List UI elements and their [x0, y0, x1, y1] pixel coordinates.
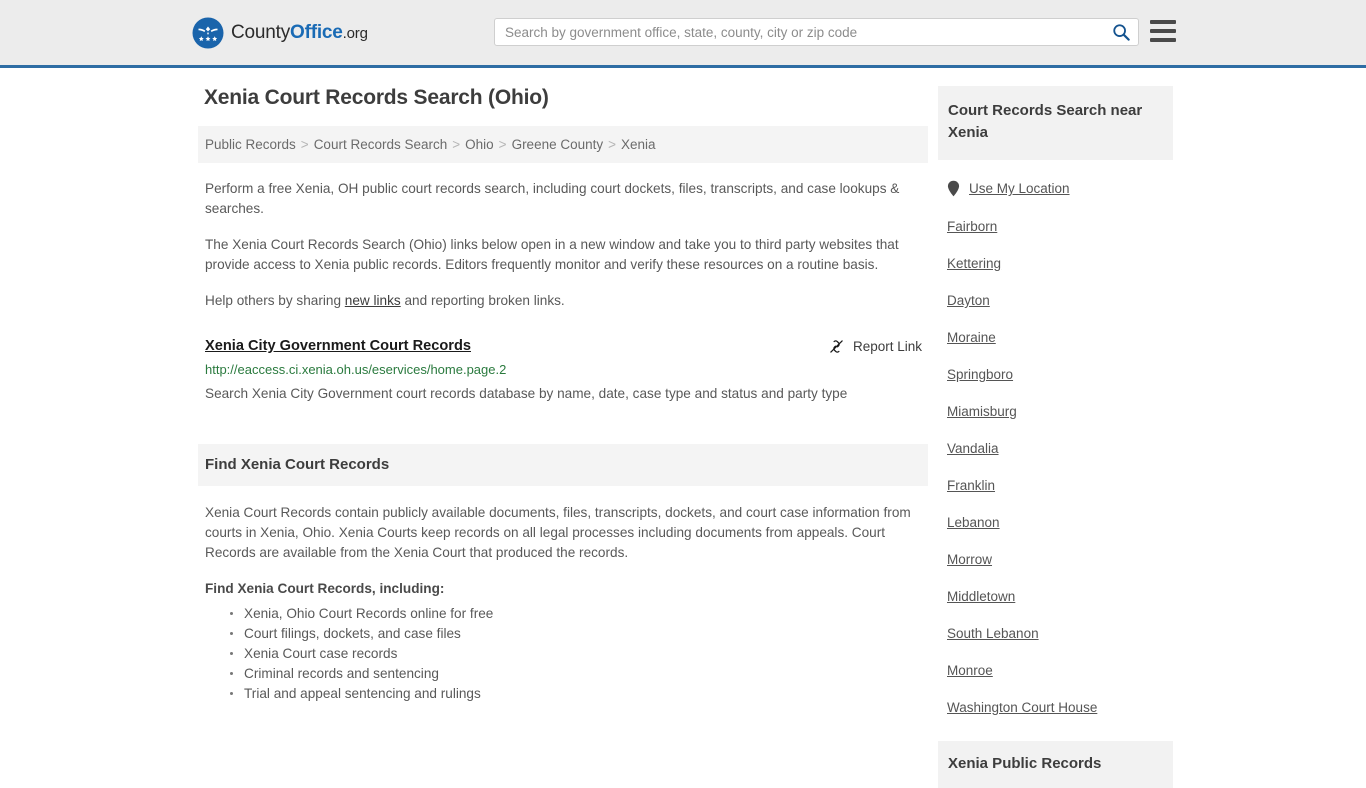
sidebar-item-franklin[interactable]: Franklin: [938, 478, 1173, 493]
report-link-button[interactable]: Report Link: [828, 338, 928, 355]
intro-paragraph-2: The Xenia Court Records Search (Ohio) li…: [205, 237, 899, 272]
section-body-find-records: Xenia Court Records contain publicly ava…: [198, 503, 928, 704]
sidebar-item-fairborn[interactable]: Fairborn: [938, 219, 1173, 234]
sidebar-item-springboro[interactable]: Springboro: [938, 367, 1173, 382]
list-item: Xenia, Ohio Court Records online for fre…: [230, 604, 928, 624]
breadcrumb-item-greene-county[interactable]: Greene County: [512, 137, 604, 152]
breadcrumb-separator: >: [300, 137, 309, 152]
section-subheading: Find Xenia Court Records, including:: [205, 581, 445, 596]
share-links-paragraph: Help others by sharing new links and rep…: [198, 291, 928, 311]
breadcrumb-separator: >: [498, 137, 507, 152]
list-item: Trial and appeal sentencing and rulings: [230, 684, 928, 704]
breadcrumb-item-xenia[interactable]: Xenia: [621, 137, 656, 152]
sidebar: Court Records Search near Xenia Use My L…: [938, 86, 1173, 788]
search-input[interactable]: [495, 24, 1104, 40]
sidebar-item-south-lebanon[interactable]: South Lebanon: [938, 626, 1173, 641]
search-button[interactable]: [1104, 19, 1138, 45]
result-url[interactable]: http://eaccess.ci.xenia.oh.us/eservices/…: [205, 362, 928, 377]
broken-link-icon: [830, 340, 843, 353]
use-my-location-button[interactable]: Use My Location: [938, 180, 1173, 197]
map-pin-icon: [947, 180, 960, 197]
result-description: Search Xenia City Government court recor…: [205, 386, 848, 401]
breadcrumb-item-public-records[interactable]: Public Records: [205, 137, 296, 152]
breadcrumb-separator: >: [608, 137, 617, 152]
intro-paragraph-1: Perform a free Xenia, OH public court re…: [205, 181, 900, 216]
breadcrumb-item-ohio[interactable]: Ohio: [465, 137, 494, 152]
eagle-seal-icon: [192, 17, 224, 49]
list-item: Court filings, dockets, and case files: [230, 624, 928, 644]
sidebar-item-morrow[interactable]: Morrow: [938, 552, 1173, 567]
section-paragraph: Xenia Court Records contain publicly ava…: [205, 505, 911, 560]
site-header: CountyOffice.org: [0, 0, 1366, 68]
use-my-location-label: Use My Location: [969, 181, 1070, 196]
breadcrumb: Public Records > Court Records Search > Ohio…: [198, 126, 928, 163]
sidebar-item-lebanon[interactable]: Lebanon: [938, 515, 1173, 530]
share-text-after: and reporting broken links.: [400, 293, 565, 308]
new-links-link[interactable]: new links: [345, 293, 401, 308]
share-text-before: Help others by sharing: [205, 293, 345, 308]
result-title-link[interactable]: Xenia City Government Court Records: [205, 338, 471, 354]
list-item: Criminal records and sentencing: [230, 664, 928, 684]
sidebar-heading: Court Records Search near Xenia: [938, 86, 1173, 160]
sidebar-item-washington-court-house[interactable]: Washington Court House: [938, 700, 1173, 715]
result-item: Xenia City Government Court Records Repo…: [198, 338, 928, 406]
sidebar-item-monroe[interactable]: Monroe: [938, 663, 1173, 678]
site-logo[interactable]: CountyOffice.org: [192, 17, 368, 49]
page-title: Xenia Court Records Search (Ohio): [204, 86, 549, 109]
hamburger-bar-3: [1150, 38, 1176, 42]
hamburger-menu-icon[interactable]: [1150, 20, 1176, 42]
report-link-label: Report Link: [852, 339, 922, 354]
sidebar-item-moraine[interactable]: Moraine: [938, 330, 1173, 345]
logo-text-county: County: [231, 22, 291, 43]
sidebar-item-vandalia[interactable]: Vandalia: [938, 441, 1173, 456]
search-bar[interactable]: [494, 18, 1139, 46]
hamburger-bar-2: [1150, 29, 1176, 33]
sidebar-item-kettering[interactable]: Kettering: [938, 256, 1173, 271]
logo-text-org: .org: [342, 25, 368, 42]
search-icon: [1113, 24, 1130, 41]
sidebar-heading-public-records: Xenia Public Records: [938, 741, 1173, 788]
result-header-row: Xenia City Government Court Records Repo…: [205, 338, 928, 355]
records-bullet-list: Xenia, Ohio Court Records online for fre…: [205, 604, 928, 704]
breadcrumb-item-court-records-search[interactable]: Court Records Search: [314, 137, 448, 152]
logo-text-office: Office: [290, 22, 343, 43]
sidebar-item-middletown[interactable]: Middletown: [938, 589, 1173, 604]
breadcrumb-separator: >: [452, 137, 461, 152]
hamburger-bar-1: [1150, 20, 1176, 24]
logo-wordmark: CountyOffice.org: [231, 22, 368, 44]
sidebar-item-miamisburg[interactable]: Miamisburg: [938, 404, 1173, 419]
sidebar-item-dayton[interactable]: Dayton: [938, 293, 1173, 308]
list-item: Xenia Court case records: [230, 644, 928, 664]
section-heading-find-records: Find Xenia Court Records: [198, 444, 928, 486]
main-content: Xenia Court Records Search (Ohio) Public…: [198, 86, 928, 704]
